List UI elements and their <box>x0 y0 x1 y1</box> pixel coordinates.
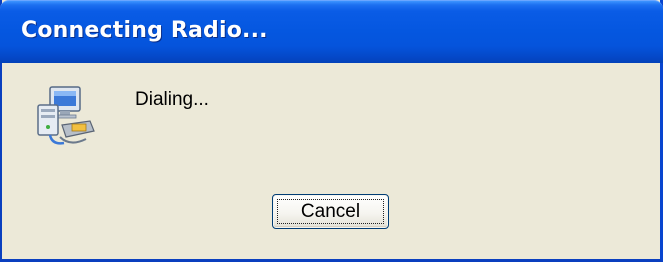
cancel-button-label: Cancel <box>300 200 361 222</box>
window-title: Connecting Radio... <box>21 18 268 43</box>
status-message: Dialing... <box>135 89 209 110</box>
dialog-body: Dialing... Cancel <box>2 63 660 259</box>
network-connection-icon <box>32 81 104 153</box>
title-bar[interactable]: Connecting Radio... <box>0 0 663 63</box>
connecting-dialog: Connecting Radio... Dialing... Cancel <box>0 0 663 262</box>
cancel-button[interactable]: Cancel <box>272 194 389 229</box>
